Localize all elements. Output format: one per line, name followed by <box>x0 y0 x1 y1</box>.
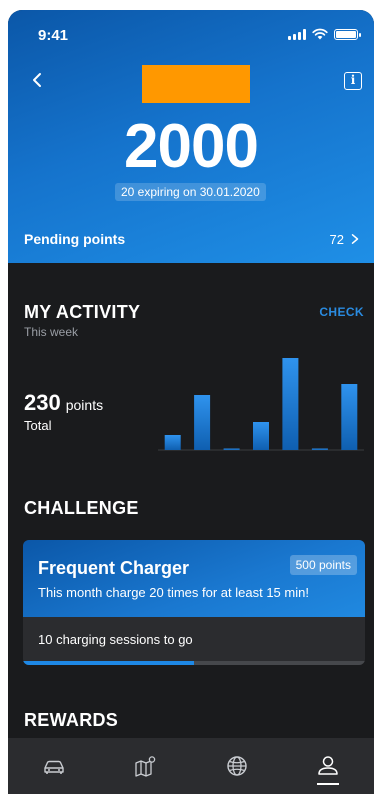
chevron-right-icon <box>351 234 359 244</box>
pending-points-label: Pending points <box>24 231 126 247</box>
activity-bar-3 <box>223 448 240 450</box>
activity-bar-6 <box>311 448 328 450</box>
activity-bar-2 <box>194 395 211 450</box>
activity-bar-5 <box>282 358 299 450</box>
tab-bar <box>8 738 374 794</box>
tab-map[interactable] <box>100 738 192 794</box>
globe-icon <box>227 756 247 776</box>
challenge-progress-bar <box>23 661 365 665</box>
signal-icon <box>288 29 306 40</box>
challenge-title: CHALLENGE <box>24 498 139 518</box>
activity-bar-1 <box>164 435 181 450</box>
status-icons <box>288 28 361 40</box>
car-icon <box>44 760 64 774</box>
redacted-title <box>142 65 250 103</box>
info-icon[interactable]: i <box>344 72 362 90</box>
profile-icon <box>318 756 338 775</box>
check-link[interactable]: CHECK <box>319 305 364 319</box>
total-points-value: 230 <box>24 390 61 415</box>
tab-explore[interactable] <box>191 738 283 794</box>
pending-points-value: 72 <box>330 232 360 247</box>
activity-bar-4 <box>253 422 269 450</box>
total-label: Total <box>24 418 52 433</box>
challenge-description: This month charge 20 times for at least … <box>38 585 309 600</box>
challenge-progress-fill <box>23 661 194 665</box>
app-screen: 9:41 i 2000 20 expiring on 30.01.2020 Pe… <box>8 10 374 794</box>
battery-icon <box>334 29 361 40</box>
status-bar: 9:41 <box>8 10 374 54</box>
challenge-points-badge: 500 points <box>289 555 357 575</box>
pending-points-row[interactable]: Pending points 72 <box>24 228 360 250</box>
tab-profile[interactable] <box>283 738 375 794</box>
activity-bar-7 <box>341 384 358 450</box>
total-points-unit: points <box>65 397 104 413</box>
points-header: 9:41 i 2000 20 expiring on 30.01.2020 Pe… <box>8 10 374 263</box>
tab-vehicle[interactable] <box>8 738 100 794</box>
activity-title: MY ACTIVITY <box>24 302 141 322</box>
expiring-badge: 20 expiring on 30.01.2020 <box>115 183 266 201</box>
challenge-card[interactable]: Frequent Charger 500 points This month c… <box>23 540 365 665</box>
challenge-card-header: Frequent Charger 500 points This month c… <box>23 540 365 617</box>
points-balance: 2000 <box>124 112 259 181</box>
total-points: 230 points <box>24 390 103 416</box>
pending-points-count: 72 <box>329 231 344 247</box>
challenge-progress-label: 10 charging sessions to go <box>38 632 193 647</box>
map-pin-icon <box>135 756 156 777</box>
activity-subtitle: This week <box>24 325 79 339</box>
challenge-name: Frequent Charger <box>38 558 190 578</box>
wifi-icon <box>312 28 328 40</box>
rewards-title: REWARDS <box>24 710 119 730</box>
chevron-left-icon <box>33 73 41 87</box>
status-time: 9:41 <box>38 27 69 44</box>
activity-chart <box>158 358 364 451</box>
back-button[interactable] <box>26 68 50 92</box>
